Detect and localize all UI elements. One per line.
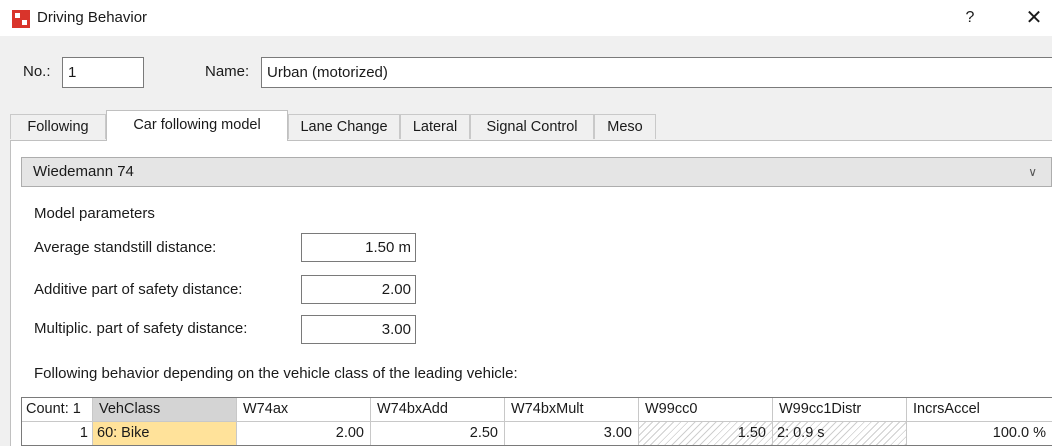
tab-lane-change[interactable]: Lane Change: [288, 114, 400, 139]
avg-standstill-label: Average standstill distance:: [34, 239, 217, 256]
model-parameters-heading: Model parameters: [34, 205, 155, 222]
column-header-w74bxmult[interactable]: W74bxMult: [505, 398, 639, 422]
cell-w99cc1distr: 2: 0.9 s: [773, 422, 907, 445]
no-label: No.:: [23, 63, 51, 80]
additive-label: Additive part of safety distance:: [34, 281, 243, 298]
tab-lateral[interactable]: Lateral: [400, 114, 470, 139]
model-select-value: Wiedemann 74: [33, 163, 134, 180]
tab-following[interactable]: Following: [10, 114, 106, 139]
cell-w74bxmult[interactable]: 3.00: [505, 422, 639, 445]
column-header-w99cc0[interactable]: W99cc0: [639, 398, 773, 422]
column-header-incrsaccel[interactable]: IncrsAccel: [907, 398, 1052, 422]
cell-incrsaccel[interactable]: 100.0 %: [907, 422, 1052, 445]
tab-meso[interactable]: Meso: [594, 114, 656, 139]
window-title: Driving Behavior: [37, 9, 148, 26]
cell-w74bxadd[interactable]: 2.50: [371, 422, 505, 445]
following-behavior-label: Following behavior depending on the vehi…: [34, 365, 518, 382]
row-index: 1: [22, 422, 93, 445]
app-logo-icon: [12, 10, 30, 28]
column-header-w74ax[interactable]: W74ax: [237, 398, 371, 422]
tab-car-following-model[interactable]: Car following model: [106, 110, 288, 141]
close-button[interactable]: ✕: [1020, 5, 1048, 31]
name-field[interactable]: Urban (motorized): [261, 57, 1052, 88]
cell-w74ax[interactable]: 2.00: [237, 422, 371, 445]
name-label: Name:: [205, 63, 250, 80]
tab-signal-control[interactable]: Signal Control: [470, 114, 594, 139]
cell-vehclass[interactable]: 60: Bike: [93, 422, 237, 445]
column-header-w99cc1distr[interactable]: W99cc1Distr: [773, 398, 907, 422]
title-bar: Driving Behavior ? ✕: [0, 0, 1052, 36]
multiplic-input[interactable]: 3.00: [301, 315, 416, 344]
help-button[interactable]: ?: [958, 6, 982, 30]
additive-input[interactable]: 2.00: [301, 275, 416, 304]
model-select[interactable]: Wiedemann 74 ∨: [21, 157, 1052, 187]
column-header-vehclass[interactable]: VehClass: [93, 398, 237, 422]
avg-standstill-input[interactable]: 1.50 m: [301, 233, 416, 262]
no-field[interactable]: 1: [62, 57, 144, 88]
count-header: Count: 1: [22, 398, 93, 422]
chevron-down-icon: ∨: [1028, 165, 1037, 179]
cell-w99cc0: 1.50: [639, 422, 773, 445]
column-header-w74bxadd[interactable]: W74bxAdd: [371, 398, 505, 422]
vehicle-class-table: Count: 1 VehClass W74ax W74bxAdd W74bxMu…: [21, 397, 1052, 446]
multiplic-label: Multiplic. part of safety distance:: [34, 320, 248, 337]
